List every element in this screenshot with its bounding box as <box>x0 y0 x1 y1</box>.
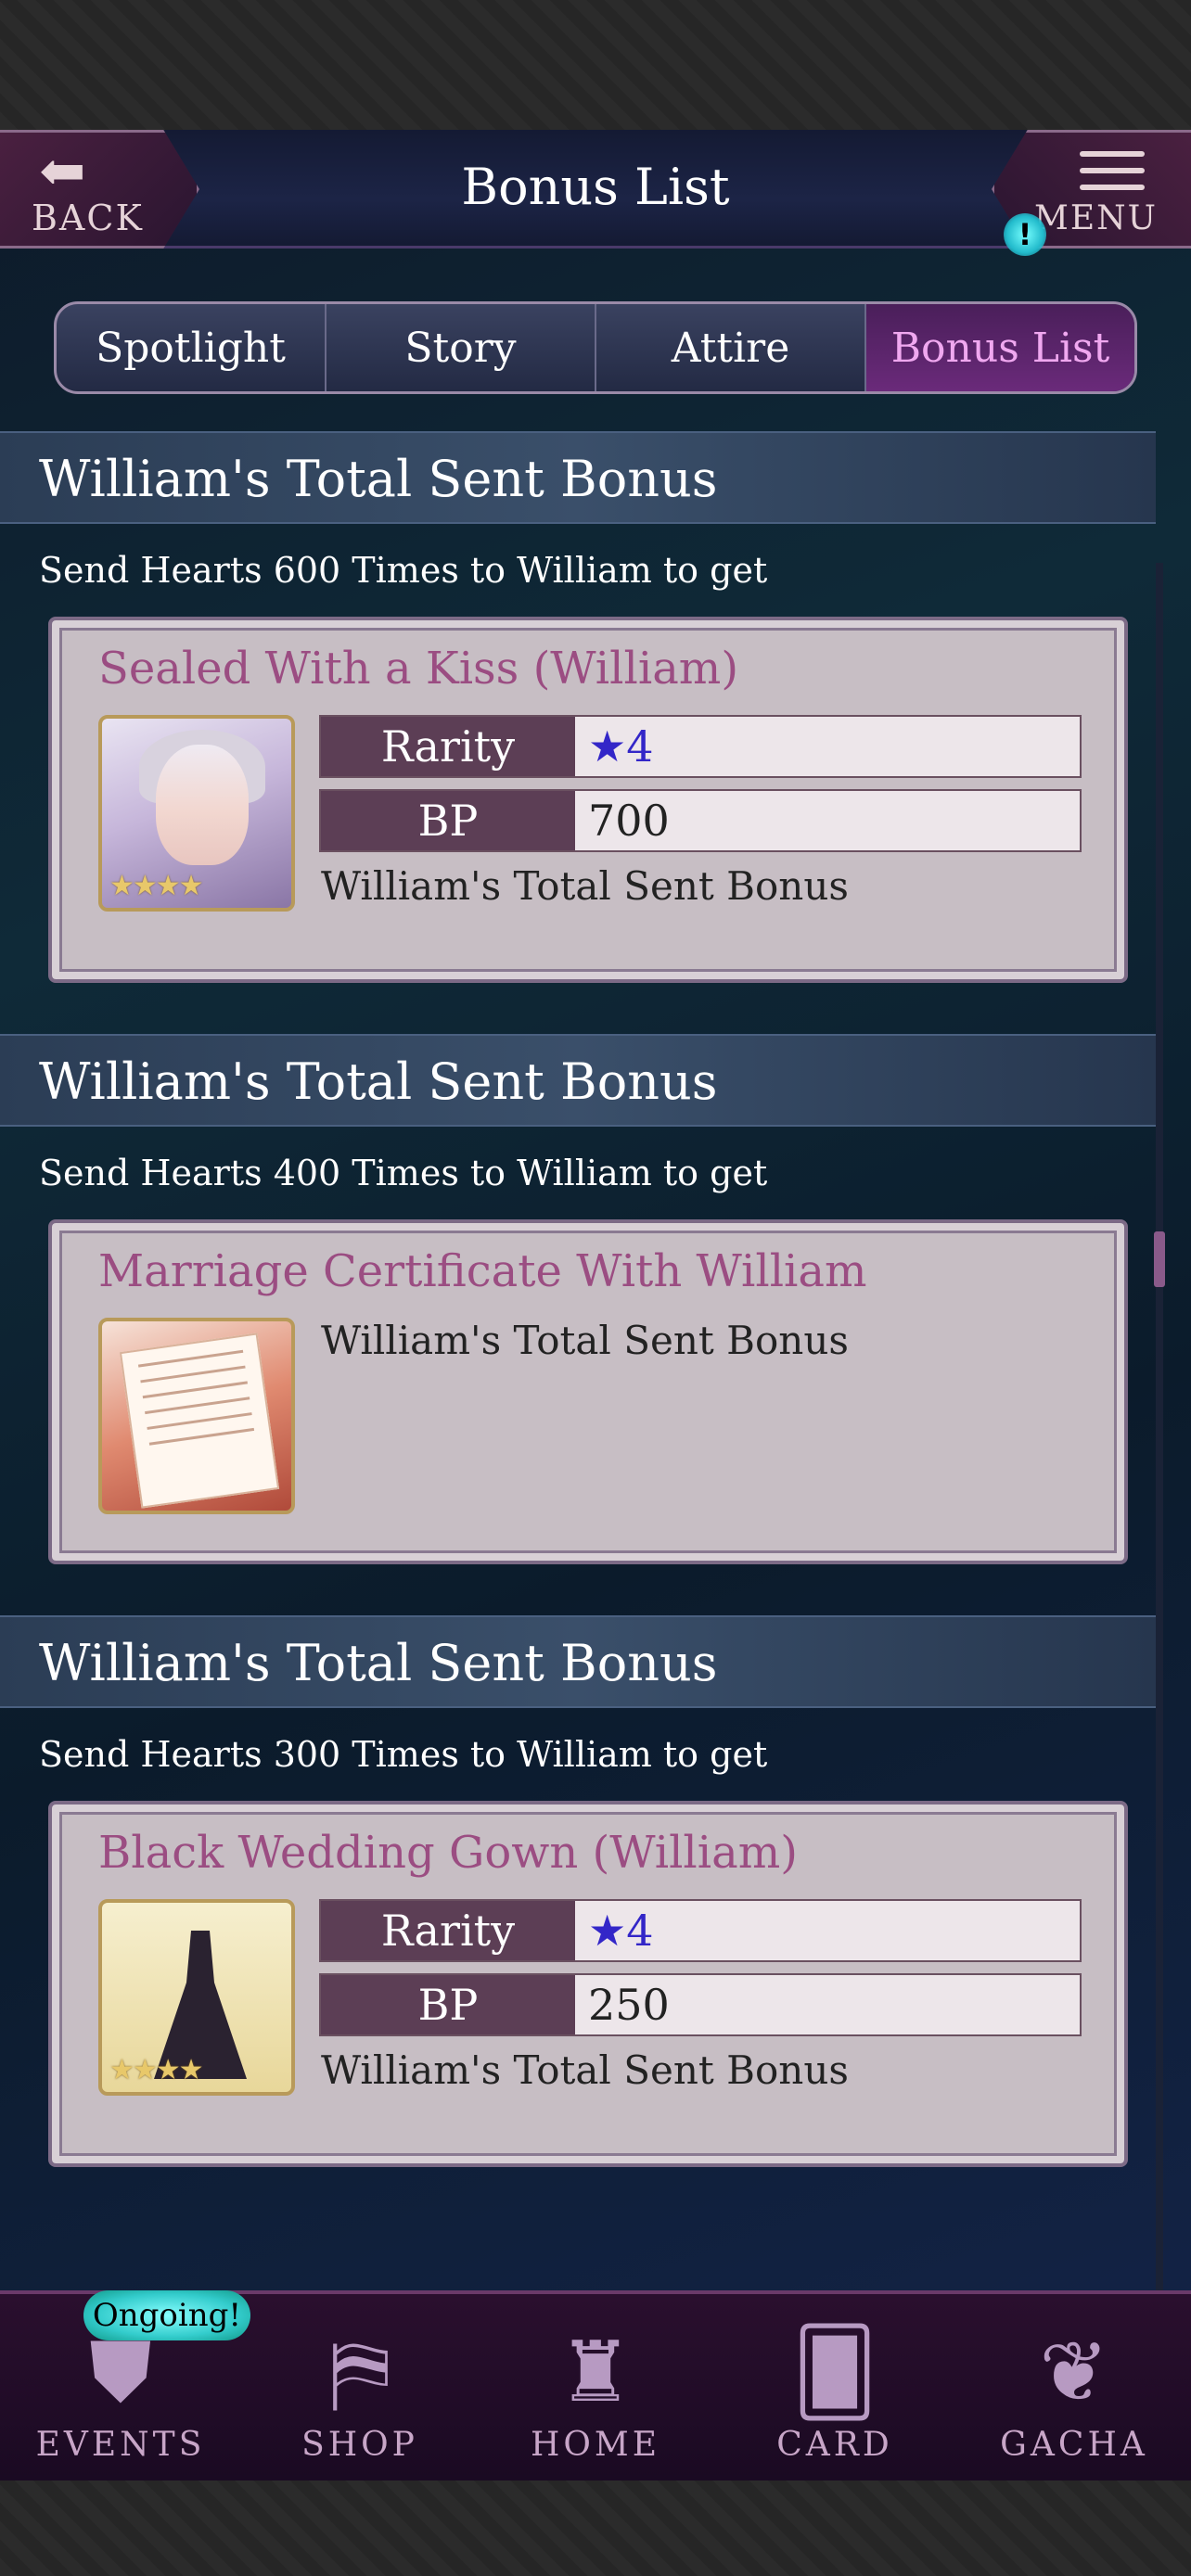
tab-bar: Spotlight Story Attire Bonus List <box>54 301 1137 394</box>
tab-attire[interactable]: Attire <box>596 304 866 391</box>
section-header: William's Total Sent Bonus <box>0 1034 1156 1127</box>
scrollbar-thumb[interactable] <box>1154 1231 1165 1287</box>
nav-card[interactable]: 🂠 CARD <box>733 2294 937 2480</box>
section-title: William's Total Sent Bonus <box>39 450 718 508</box>
nav-label: HOME <box>530 2426 661 2464</box>
nav-label: SHOP <box>301 2426 418 2464</box>
nav-label: GACHA <box>1000 2426 1148 2464</box>
card-icon: 🂠 <box>791 2324 878 2421</box>
menu-label: MENU <box>1034 199 1158 237</box>
bp-row: BP 700 <box>319 789 1082 852</box>
portrait-face <box>156 745 249 865</box>
tab-spotlight[interactable]: Spotlight <box>57 304 327 391</box>
rarity-stars-icon: ★★★★ <box>109 870 204 902</box>
reward-description: William's Total Sent Bonus <box>321 1318 849 1363</box>
bonus-condition: Send Hearts 600 Times to William to get <box>39 550 768 591</box>
tab-story[interactable]: Story <box>327 304 596 391</box>
section-header: William's Total Sent Bonus <box>0 1615 1156 1708</box>
rarity-row: Rarity ★4 <box>319 1899 1082 1962</box>
bonus-list[interactable]: William's Total Sent Bonus Send Hearts 6… <box>0 431 1156 2167</box>
reward-thumbnail[interactable]: ★★★★ <box>98 1899 295 2096</box>
bonus-condition: Send Hearts 400 Times to William to get <box>39 1153 768 1193</box>
scrollbar-track[interactable] <box>1156 563 1163 2413</box>
reward-card[interactable]: Black Wedding Gown (William) ★★★★ Rarity… <box>48 1801 1128 2167</box>
tab-bonus-list[interactable]: Bonus List <box>866 304 1134 391</box>
reward-description: William's Total Sent Bonus <box>321 2047 849 2093</box>
bp-label: BP <box>321 791 575 850</box>
rarity-row: Rarity ★4 <box>319 715 1082 778</box>
butterfly-icon: ❦ <box>1039 2324 1109 2421</box>
bp-row: BP 250 <box>319 1973 1082 2036</box>
rarity-label: Rarity <box>321 717 575 776</box>
ongoing-badge: Ongoing! <box>83 2290 250 2340</box>
certificate-icon <box>119 1333 280 1509</box>
castle-icon: ♜ <box>557 2324 634 2421</box>
status-bar-area <box>0 0 1191 130</box>
nav-label: CARD <box>776 2426 893 2464</box>
rarity-value: ★4 <box>575 717 1080 776</box>
home-indicator-area <box>0 2480 1191 2576</box>
section-header: William's Total Sent Bonus <box>0 431 1156 524</box>
reward-description: William's Total Sent Bonus <box>321 863 849 909</box>
app-screen: ⬅ BACK Bonus List MENU ! Spotlight Story… <box>0 130 1191 2480</box>
reward-title: Black Wedding Gown (William) <box>98 1827 798 1879</box>
bp-value: 700 <box>575 791 1080 850</box>
notification-badge: ! <box>1004 213 1046 256</box>
rarity-label: Rarity <box>321 1901 575 1960</box>
rarity-value: ★4 <box>575 1901 1080 1960</box>
section-title: William's Total Sent Bonus <box>39 1634 718 1692</box>
reward-thumbnail[interactable]: ★★★★ <box>98 715 295 912</box>
reward-card[interactable]: Marriage Certificate With William Willia… <box>48 1219 1128 1564</box>
reward-title: Marriage Certificate With William <box>98 1245 867 1297</box>
reward-title: Sealed With a Kiss (William) <box>98 643 739 695</box>
top-bar: ⬅ BACK Bonus List MENU ! <box>0 130 1191 256</box>
nav-label: EVENTS <box>35 2426 206 2464</box>
reward-card[interactable]: Sealed With a Kiss (William) ★★★★ Rarity… <box>48 617 1128 983</box>
nav-home[interactable]: ♜ HOME <box>493 2294 698 2480</box>
section-title: William's Total Sent Bonus <box>39 1052 718 1111</box>
shop-icon: ⛿ <box>329 2324 391 2421</box>
nav-shop[interactable]: ⛿ SHOP <box>258 2294 462 2480</box>
rarity-stars-icon: ★★★★ <box>109 2054 204 2086</box>
reward-thumbnail[interactable] <box>98 1318 295 1514</box>
menu-icon <box>1080 151 1145 198</box>
bp-label: BP <box>321 1975 575 2034</box>
bonus-condition: Send Hearts 300 Times to William to get <box>39 1734 768 1775</box>
nav-gacha[interactable]: ❦ GACHA <box>972 2294 1176 2480</box>
bp-value: 250 <box>575 1975 1080 2034</box>
